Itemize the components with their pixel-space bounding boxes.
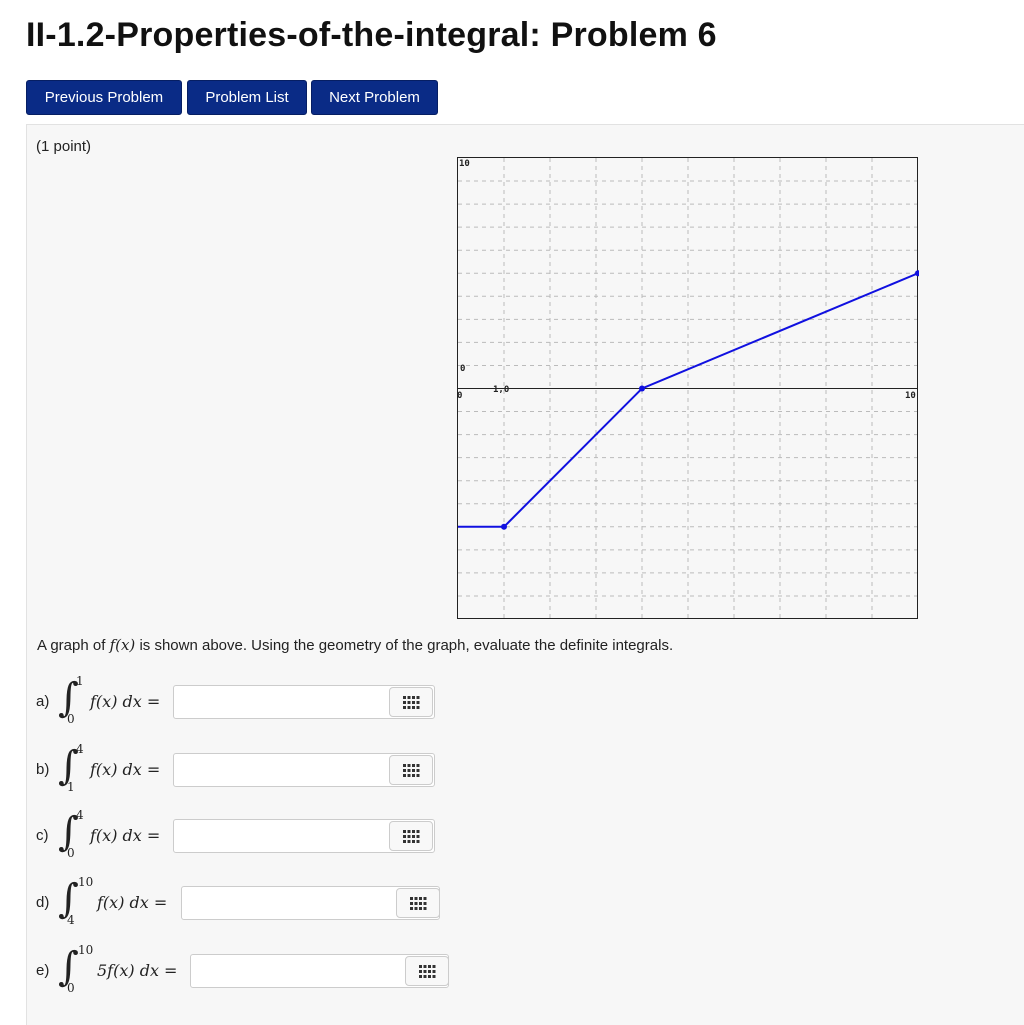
upper-limit: 4 xyxy=(76,742,84,756)
equation-editor-icon[interactable] xyxy=(389,755,433,785)
description-function: f(x) xyxy=(109,636,136,654)
question-label: c) xyxy=(36,827,49,844)
function-point xyxy=(501,523,507,530)
integrand-expression: f(x) dx = xyxy=(90,760,161,779)
integrand-expression: f(x) dx = xyxy=(90,692,161,711)
problem-description: A graph of f(x) is shown above. Using th… xyxy=(37,636,673,654)
next-problem-button[interactable]: Next Problem xyxy=(311,80,438,115)
function-point xyxy=(915,270,919,277)
upper-limit: 10 xyxy=(78,875,94,889)
equation-editor-icon[interactable] xyxy=(389,687,433,717)
lower-limit: 1 xyxy=(67,780,75,794)
upper-limit: 10 xyxy=(78,943,94,957)
integrand-expression: f(x) dx = xyxy=(90,826,161,845)
description-prefix: A graph of xyxy=(37,637,110,654)
y-top-label: 10 xyxy=(459,159,470,169)
question-label: b) xyxy=(36,761,50,778)
description-suffix: is shown above. Using the geometry of th… xyxy=(135,637,674,654)
function-point xyxy=(639,385,645,392)
equation-editor-icon[interactable] xyxy=(405,956,449,986)
upper-limit: 1 xyxy=(76,674,84,688)
question-label: e) xyxy=(36,962,50,979)
lower-limit: 0 xyxy=(67,712,75,726)
points-label: (1 point) xyxy=(36,138,92,155)
lower-limit: 0 xyxy=(67,981,75,995)
lower-limit: 4 xyxy=(67,913,75,927)
upper-limit: 4 xyxy=(76,808,84,822)
integrand-expression: 5f(x) dx = xyxy=(97,961,178,980)
x-left-label: 0 xyxy=(457,391,462,401)
equation-editor-icon[interactable] xyxy=(389,821,433,851)
integrand-expression: f(x) dx = xyxy=(97,893,168,912)
function-graph: 10 0 0 1,0 10 xyxy=(457,157,919,619)
function-points xyxy=(501,270,919,530)
y-origin-label: 0 xyxy=(460,364,465,374)
equation-editor-icon[interactable] xyxy=(396,888,440,918)
previous-problem-button[interactable]: Previous Problem xyxy=(26,80,182,115)
question-label: a) xyxy=(36,693,50,710)
x-right-label: 10 xyxy=(905,391,916,401)
question-label: d) xyxy=(36,894,50,911)
problem-list-button[interactable]: Problem List xyxy=(187,80,307,115)
lower-limit: 0 xyxy=(67,846,75,860)
x-one-label: 1,0 xyxy=(493,385,509,395)
page-title: II-1.2-Properties-of-the-integral: Probl… xyxy=(26,16,717,54)
